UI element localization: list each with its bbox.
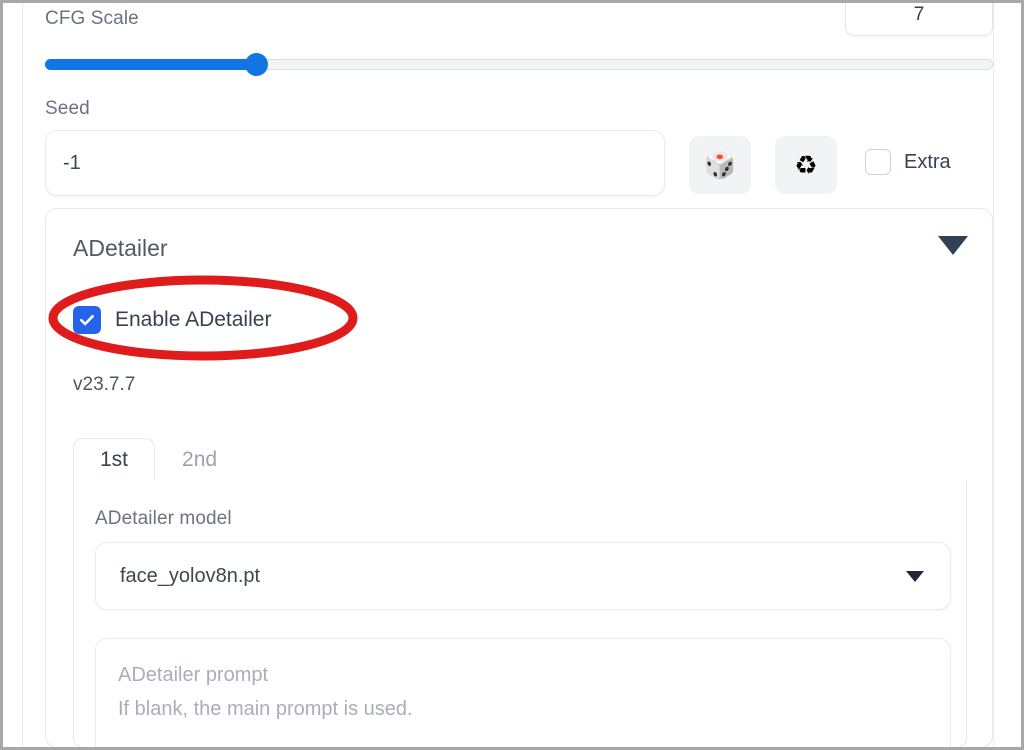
adetailer-model-select[interactable]: face_yolov8n.pt [95, 542, 951, 610]
adetailer-tabbar: 1st 2nd [73, 437, 967, 482]
slider-thumb[interactable] [245, 53, 268, 76]
dice-icon[interactable]: 🎲 [689, 136, 751, 194]
adetailer-panel: ADetailer Enable ADetailer v23.7.7 1st 2… [45, 208, 993, 747]
extra-checkbox-row[interactable]: Extra [865, 149, 951, 175]
cfg-scale-label: CFG Scale [45, 8, 139, 29]
enable-adetailer-checkbox[interactable] [73, 306, 101, 334]
tab-1st[interactable]: 1st [73, 438, 156, 482]
adetailer-model-label: ADetailer model [95, 508, 232, 529]
adetailer-tab-panel: ADetailer model face_yolov8n.pt ADetaile… [73, 480, 967, 747]
adetailer-prompt-textarea[interactable]: ADetailer prompt If blank, the main prom… [95, 638, 951, 747]
extra-label: Extra [904, 150, 951, 173]
adetailer-title: ADetailer [73, 235, 168, 261]
cfg-scale-row: CFG Scale 7 [45, 3, 993, 42]
enable-adetailer-row[interactable]: Enable ADetailer [73, 306, 271, 334]
cfg-scale-number-input[interactable]: 7 [845, 3, 993, 36]
enable-adetailer-label: Enable ADetailer [115, 308, 272, 331]
recycle-icon[interactable]: ♻ [775, 136, 837, 194]
seed-label: Seed [45, 98, 90, 119]
settings-column: CFG Scale 7 Seed -1 🎲 ♻ Extra ADetailer [23, 3, 993, 747]
caret-down-icon[interactable] [906, 571, 924, 582]
seed-input[interactable]: -1 [45, 130, 665, 196]
extra-checkbox[interactable] [865, 149, 891, 175]
tab-2nd[interactable]: 2nd [155, 437, 244, 481]
adetailer-version: v23.7.7 [73, 374, 136, 395]
chrome-divider-right [993, 3, 994, 747]
slider-fill [45, 59, 254, 70]
screenshot-frame: CFG Scale 7 Seed -1 🎲 ♻ Extra ADetailer [0, 0, 1024, 750]
cfg-scale-slider[interactable] [45, 53, 993, 78]
chevron-down-icon[interactable] [938, 236, 968, 255]
adetailer-model-value: face_yolov8n.pt [120, 564, 261, 587]
